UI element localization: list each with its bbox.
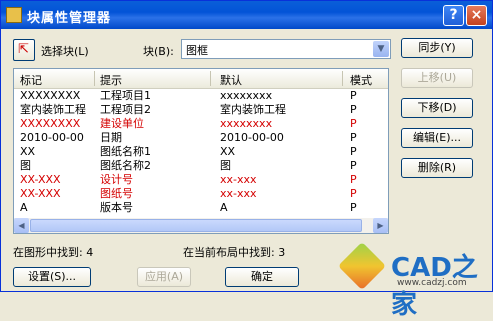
cell-tag: 图 [20, 159, 31, 172]
cell-tag: A [20, 201, 28, 214]
edit-button[interactable]: 编辑(E)... [401, 128, 473, 148]
cell-tag: 室内装饰工程 [20, 103, 86, 116]
ok-button[interactable]: 确定 [225, 267, 299, 287]
cell-tag: XXXXXXXX [20, 117, 81, 130]
cell-mode: P [350, 173, 357, 186]
app-icon [6, 7, 22, 23]
settings-button[interactable]: 设置(S)... [13, 267, 91, 287]
cell-prompt: 工程项目1 [100, 89, 151, 102]
cell-prompt: 设计号 [100, 173, 133, 186]
table-row[interactable]: 图 图纸名称2 图 P [14, 159, 388, 173]
cell-tag: XXXXXXXX [20, 89, 81, 102]
scrollbar-thumb[interactable] [30, 219, 362, 232]
cell-prompt: 日期 [100, 131, 122, 144]
cell-default: xx-xxx [220, 173, 257, 186]
window-title: 块属性管理器 [27, 11, 112, 26]
cad-logo-icon [337, 241, 387, 291]
table-row[interactable]: 2010-00-00 日期 2010-00-00 P [14, 131, 388, 145]
block-attribute-manager-window: 块属性管理器 ? × ⇱ 选择块(L) 块(B): 图框 ▼ 标记 提示 默认 … [0, 0, 493, 320]
cell-prompt: 图纸名称2 [100, 159, 151, 172]
cell-mode: P [350, 89, 357, 102]
sync-button[interactable]: 同步(Y) [401, 38, 473, 58]
block-label: 块(B): [143, 45, 174, 58]
cell-prompt: 图纸号 [100, 187, 133, 200]
cell-mode: P [350, 145, 357, 158]
block-dropdown-value: 图框 [186, 44, 208, 57]
cell-default: xxxxxxxx [220, 89, 273, 102]
cell-mode: P [350, 201, 357, 214]
cell-tag: XX-XXX [20, 187, 61, 200]
chevron-down-icon[interactable]: ▼ [373, 41, 389, 57]
table-row[interactable]: XX 图纸名称1 XX P [14, 145, 388, 159]
move-down-button[interactable]: 下移(D) [401, 98, 473, 118]
column-divider[interactable] [210, 71, 211, 86]
cell-prompt: 版本号 [100, 201, 133, 214]
table-row[interactable]: 室内装饰工程 工程项目2 室内装饰工程 P [14, 103, 388, 117]
block-dropdown[interactable]: 图框 ▼ [181, 39, 391, 59]
found-in-drawing-text: 在图形中找到: 4 [13, 246, 94, 259]
cell-default: A [220, 201, 228, 214]
close-button[interactable]: × [466, 5, 487, 26]
cell-mode: P [350, 131, 357, 144]
select-block-button[interactable]: ⇱ [13, 39, 35, 61]
cadzj-watermark: CAD之家 www.cadzj.com [337, 241, 493, 320]
cell-tag: XX-XXX [20, 173, 61, 186]
scroll-right-icon[interactable]: ▶ [373, 218, 388, 233]
cell-default: 室内装饰工程 [220, 103, 286, 116]
cell-mode: P [350, 103, 357, 116]
table-row[interactable]: XXXXXXXX 建设单位 xxxxxxxx P [14, 117, 388, 131]
cell-default: 图 [220, 159, 231, 172]
table-row[interactable]: XXXXXXXX 工程项目1 xxxxxxxx P [14, 89, 388, 103]
cell-default: xxxxxxxx [220, 117, 273, 130]
cell-mode: P [350, 117, 357, 130]
column-header-mode[interactable]: 模式 [350, 72, 372, 88]
column-divider[interactable] [94, 71, 95, 86]
table-header: 标记 提示 默认 模式 [14, 69, 388, 89]
select-block-label: 选择块(L) [41, 45, 89, 58]
cell-default: xx-xxx [220, 187, 257, 200]
watermark-url: www.cadzj.com [397, 278, 467, 288]
cell-prompt: 图纸名称1 [100, 145, 151, 158]
scroll-left-icon[interactable]: ◀ [14, 218, 29, 233]
help-button[interactable]: ? [443, 5, 464, 26]
cell-mode: P [350, 187, 357, 200]
horizontal-scrollbar[interactable]: ◀ ▶ [14, 218, 388, 233]
table-body: XXXXXXXX 工程项目1 xxxxxxxx P 室内装饰工程 工程项目2 室内装饰工程 P… [14, 89, 388, 215]
apply-button[interactable]: 应用(A) [137, 267, 191, 287]
found-in-layout-text: 在当前布局中找到: 3 [183, 246, 286, 259]
column-header-prompt[interactable]: 提示 [100, 72, 122, 88]
table-row[interactable]: XX-XXX 设计号 xx-xxx P [14, 173, 388, 187]
cell-tag: XX [20, 145, 36, 158]
cell-default: 2010-00-00 [220, 131, 284, 144]
move-up-button[interactable]: 上移(U) [401, 68, 473, 88]
pick-block-icon: ⇱ [18, 42, 29, 57]
column-header-default[interactable]: 默认 [220, 72, 242, 88]
delete-button[interactable]: 删除(R) [401, 158, 473, 178]
column-divider[interactable] [342, 71, 343, 86]
cell-prompt: 建设单位 [100, 117, 144, 130]
attribute-table: 标记 提示 默认 模式 XXXXXXXX 工程项目1 xxxxxxxx P 室内装饰工程… [13, 68, 389, 234]
cell-prompt: 工程项目2 [100, 103, 151, 116]
cell-mode: P [350, 159, 357, 172]
cell-tag: 2010-00-00 [20, 131, 84, 144]
cell-default: XX [220, 145, 236, 158]
table-row[interactable]: XX-XXX 图纸号 xx-xxx P [14, 187, 388, 201]
column-header-tag[interactable]: 标记 [20, 72, 42, 88]
title-bar[interactable]: 块属性管理器 ? × [1, 1, 492, 29]
table-row[interactable]: A 版本号 A P [14, 201, 388, 215]
